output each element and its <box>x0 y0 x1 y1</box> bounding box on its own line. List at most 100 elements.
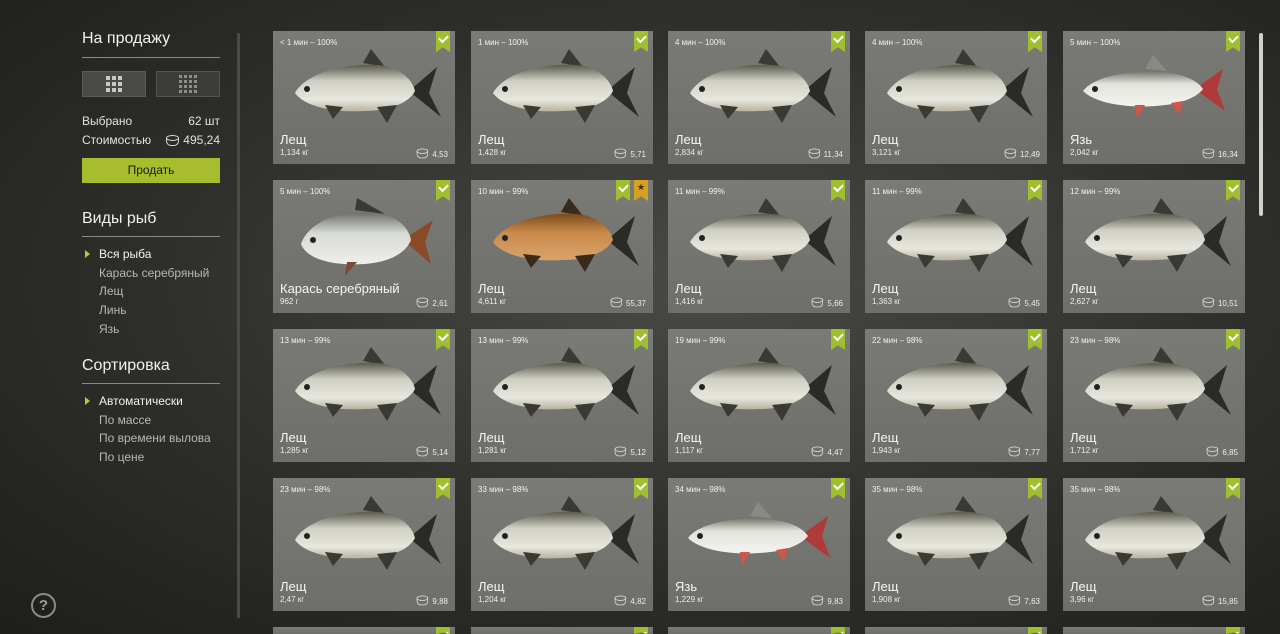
fish-price: 4,47 <box>811 446 843 457</box>
fish-card[interactable]: 22 мин – 98% Лещ 1,943 кг 7,77 <box>865 329 1047 462</box>
catch-time-freshness: 4 мин – 100% <box>872 38 923 47</box>
selected-label: Выбрано <box>82 114 133 128</box>
fish-weight: 3,96 кг <box>1070 595 1095 604</box>
fish-card[interactable]: 12 мин – 99% Лещ 2,627 кг 10,51 <box>1063 180 1245 313</box>
catch-time-freshness: 19 мин – 99% <box>675 336 726 345</box>
fish-price-value: 4,82 <box>630 597 646 606</box>
coin-stack-icon <box>416 148 429 159</box>
fish-card-partial[interactable] <box>471 627 653 634</box>
help-button[interactable]: ? <box>31 593 56 618</box>
fish-card[interactable]: 34 мин – 98% Язь 1,229 кг 9,83 <box>668 478 850 611</box>
fish-price-value: 15,85 <box>1217 597 1238 606</box>
fish-price-value: 2,61 <box>432 299 448 308</box>
fish-name: Лещ <box>675 430 702 445</box>
fish-price-value: 5,14 <box>432 448 448 457</box>
check-ribbon-icon[interactable] <box>436 627 450 634</box>
fish-card[interactable]: < 1 мин – 100% Лещ 1,134 кг 4,53 <box>273 31 455 164</box>
fish-name: Язь <box>1070 132 1093 147</box>
fish-price: 10,51 <box>1202 297 1238 308</box>
fish-weight: 2,042 кг <box>1070 148 1099 157</box>
scrollbar-thumb[interactable] <box>1259 33 1263 216</box>
fish-card[interactable]: 13 мин – 99% Лещ 1,285 кг 5,14 <box>273 329 455 462</box>
fish-weight: 1,943 кг <box>872 446 901 455</box>
fish-card[interactable]: 35 мин – 98% Лещ 1,908 кг 7,63 <box>865 478 1047 611</box>
fish-card-partial[interactable] <box>273 627 455 634</box>
bream-fish-icon <box>295 496 441 570</box>
fish-card[interactable]: 5 мин – 100% Карась серебряный 962 г 2,61 <box>273 180 455 313</box>
check-ribbon-icon[interactable] <box>831 627 845 634</box>
sort-by-catch-time[interactable]: По времени вылова <box>82 429 211 448</box>
fish-price-value: 12,49 <box>1019 150 1040 159</box>
ide-fish-icon <box>688 502 830 566</box>
bream-fish-icon <box>295 49 441 123</box>
fish-weight: 4,611 кг <box>478 297 507 306</box>
bream-fish-icon <box>493 49 639 123</box>
fish-price-value: 55,37 <box>625 299 646 308</box>
check-ribbon-icon[interactable] <box>1226 627 1240 634</box>
coin-stack-icon <box>1202 297 1215 308</box>
filter-tench[interactable]: Линь <box>82 301 209 320</box>
sell-button[interactable]: Продать <box>82 158 220 183</box>
fish-price-value: 5,45 <box>1024 299 1040 308</box>
catch-time-freshness: 35 мин – 98% <box>1070 485 1121 494</box>
fish-weight: 1,204 кг <box>478 595 507 604</box>
fish-name: Карась серебряный <box>280 281 400 296</box>
fish-card[interactable]: 35 мин – 98% Лещ 3,96 кг 15,85 <box>1063 478 1245 611</box>
catch-time-freshness: 23 мин – 98% <box>280 485 331 494</box>
fish-price: 7,77 <box>1008 446 1040 457</box>
small-grid-view-button[interactable] <box>156 71 220 97</box>
bream-fish-icon <box>493 347 639 421</box>
bream-fish-icon <box>1085 496 1231 570</box>
large-grid-view-button[interactable] <box>82 71 146 97</box>
fish-card[interactable]: 5 мин – 100% Язь 2,042 кг 16,34 <box>1063 31 1245 164</box>
filter-ide[interactable]: Язь <box>82 320 209 339</box>
fish-name: Лещ <box>1070 281 1097 296</box>
coin-stack-icon <box>811 595 824 606</box>
catch-time-freshness: 5 мин – 100% <box>280 187 331 196</box>
fish-card[interactable]: 11 мин – 99% Лещ 1,363 кг 5,45 <box>865 180 1047 313</box>
fish-name: Лещ <box>280 579 307 594</box>
fish-card[interactable]: 33 мин – 98% Лещ 1,204 кг 4,82 <box>471 478 653 611</box>
filter-all-fish[interactable]: Вся рыба <box>82 245 209 264</box>
fish-weight: 2,627 кг <box>1070 297 1099 306</box>
fish-card[interactable]: 4 мин – 100% Лещ 3,121 кг 12,49 <box>865 31 1047 164</box>
selected-value: 62 шт <box>188 114 220 128</box>
fish-card[interactable]: 1 мин – 100% Лещ 1,428 кг 5,71 <box>471 31 653 164</box>
catch-time-freshness: 23 мин – 98% <box>1070 336 1121 345</box>
fish-card-partial[interactable] <box>1063 627 1245 634</box>
fish-card[interactable]: 23 мин – 98% Лещ 1,712 кг 6,85 <box>1063 329 1245 462</box>
fish-name: Лещ <box>675 281 702 296</box>
sort-by-price[interactable]: По цене <box>82 448 211 467</box>
bream-fish-icon <box>690 347 836 421</box>
bream-fish-icon <box>1085 347 1231 421</box>
fish-price: 5,66 <box>811 297 843 308</box>
fish-price: 2,61 <box>416 297 448 308</box>
catch-time-freshness: 1 мин – 100% <box>478 38 529 47</box>
check-ribbon-icon[interactable] <box>634 627 648 634</box>
fish-card[interactable]: 13 мин – 99% Лещ 1,281 кг 5,12 <box>471 329 653 462</box>
sort-auto[interactable]: Автоматически <box>82 392 211 411</box>
filter-bream[interactable]: Лещ <box>82 282 209 301</box>
fish-price: 5,14 <box>416 446 448 457</box>
catch-time-freshness: 11 мин – 99% <box>675 187 725 196</box>
fish-card-partial[interactable] <box>668 627 850 634</box>
fish-card[interactable]: 10 мин – 99% ★ Лещ 4,611 кг 55,37 <box>471 180 653 313</box>
fish-card[interactable]: 11 мин – 99% Лещ 1,416 кг 5,66 <box>668 180 850 313</box>
large-grid-icon <box>106 76 122 92</box>
fish-name: Лещ <box>872 281 899 296</box>
fish-card[interactable]: 23 мин – 98% Лещ 2,47 кг 9,88 <box>273 478 455 611</box>
sort-by-weight[interactable]: По массе <box>82 411 211 430</box>
coin-stack-icon <box>1202 148 1215 159</box>
filter-silver-carp[interactable]: Карась серебряный <box>82 264 209 283</box>
catch-time-freshness: 34 мин – 98% <box>675 485 726 494</box>
fish-price-value: 4,47 <box>827 448 843 457</box>
check-ribbon-icon[interactable] <box>1028 627 1042 634</box>
fish-card[interactable]: 4 мин – 100% Лещ 2,834 кг 11,34 <box>668 31 850 164</box>
fish-card[interactable]: 19 мин – 99% Лещ 1,117 кг 4,47 <box>668 329 850 462</box>
selected-count-row: Выбрано 62 шт <box>82 114 220 128</box>
cost-row: Стоимостью 495,24 <box>82 133 220 147</box>
fish-price-value: 9,83 <box>827 597 843 606</box>
fish-name: Язь <box>675 579 698 594</box>
fish-price: 12,49 <box>1004 148 1040 159</box>
fish-card-partial[interactable] <box>865 627 1047 634</box>
